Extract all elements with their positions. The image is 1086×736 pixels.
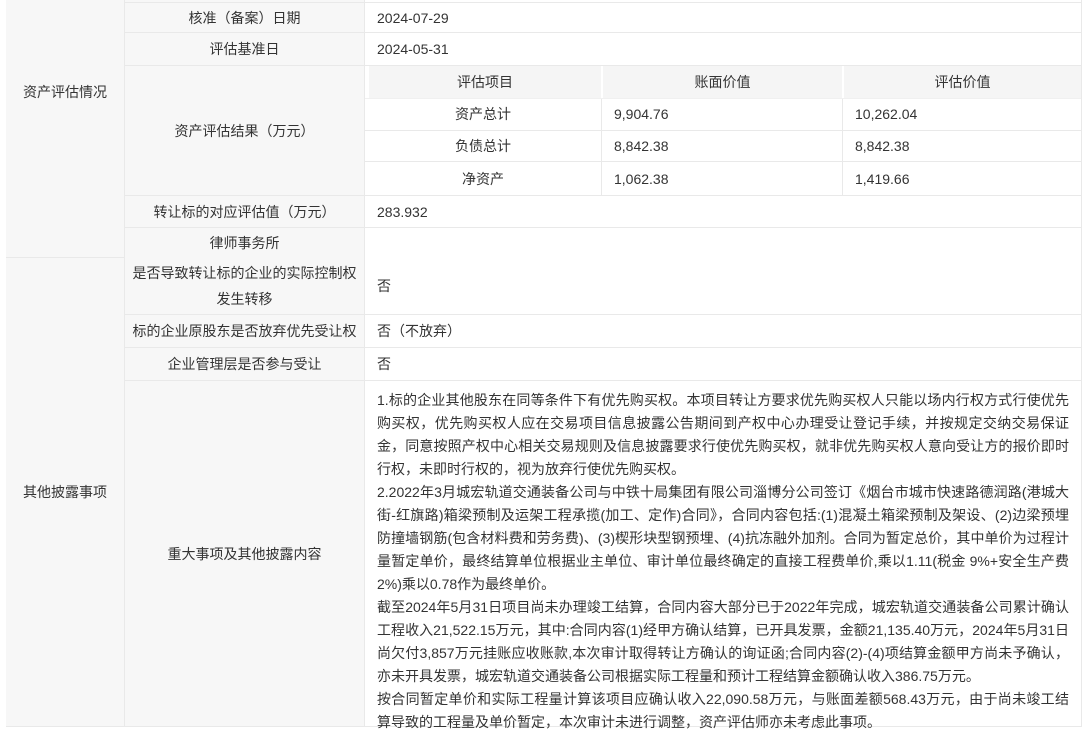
valuation-table: 评估项目 账面价值 评估价值 资产总计 9,904.76 10,262.04 负…	[365, 66, 1081, 195]
field-value-control-transfer: 否	[365, 258, 1081, 314]
valuation-header-appraised-value: 评估价值	[842, 66, 1081, 98]
field-label-control-transfer: 是否导致转让标的企业的实际控制权发生转移	[125, 258, 365, 314]
disclosure-paragraph: 按合同暂定单价和实际工程量计算该项目应确认收入22,090.58万元，与账面差额…	[377, 688, 1069, 734]
group-asset-valuation: 资产评估情况 核准（备案）日期 2024-07-29 评估基准日 2024-05…	[6, 0, 1081, 258]
valuation-appraised-value: 10,262.04	[842, 99, 1081, 130]
cutoff-value-cell	[365, 0, 1081, 2]
valuation-book-value: 9,904.76	[601, 99, 842, 130]
valuation-item-label: 负债总计	[365, 131, 601, 162]
field-label-target-appraised-value: 转让标的对应评估值（万元）	[125, 196, 365, 227]
valuation-appraised-value: 1,419.66	[842, 162, 1081, 195]
cutoff-label-cell	[125, 0, 365, 2]
group-other-disclosures: 其他披露事项 是否导致转让标的企业的实际控制权发生转移 否 标的企业原股东是否放…	[6, 258, 1081, 727]
valuation-row-total-assets: 资产总计 9,904.76 10,262.04	[365, 99, 1081, 131]
field-label-major-matters: 重大事项及其他披露内容	[125, 381, 365, 726]
disclosure-table: 资产评估情况 核准（备案）日期 2024-07-29 评估基准日 2024-05…	[6, 0, 1082, 727]
field-label-valuation-base-date: 评估基准日	[125, 33, 365, 65]
disclosure-paragraph: 2.2022年3月城宏轨道交通装备公司与中铁十局集团有限公司淄博分公司签订《烟台…	[377, 481, 1069, 596]
field-label-approval-date: 核准（备案）日期	[125, 3, 365, 32]
table-row-control-transfer: 是否导致转让标的企业的实际控制权发生转移 否	[125, 258, 1081, 315]
table-row-waive-preemptive-right: 标的企业原股东是否放弃优先受让权 否（不放弃）	[125, 315, 1081, 348]
disclosure-paragraph: 截至2024年5月31日项目尚未办理竣工结算，合同内容大部分已于2022年完成，…	[377, 596, 1069, 688]
valuation-book-value: 8,842.38	[601, 131, 842, 162]
table-row-valuation-result: 资产评估结果（万元） 评估项目 账面价值 评估价值 资产总计 9,904.76	[125, 66, 1081, 196]
valuation-table-header-row: 评估项目 账面价值 评估价值	[365, 66, 1081, 99]
field-value-waive-preemptive-right: 否（不放弃）	[365, 315, 1081, 347]
field-label-management-participation: 企业管理层是否参与受让	[125, 348, 365, 380]
disclosure-page: 资产评估情况 核准（备案）日期 2024-07-29 评估基准日 2024-05…	[0, 0, 1086, 736]
valuation-appraised-value: 8,842.38	[842, 131, 1081, 162]
valuation-header-item: 评估项目	[365, 66, 601, 98]
table-row-law-firm: 律师事务所	[125, 228, 1081, 258]
table-row-management-participation: 企业管理层是否参与受让 否	[125, 348, 1081, 381]
field-value-target-appraised-value: 283.932	[365, 196, 1081, 227]
field-label-law-firm: 律师事务所	[125, 228, 365, 258]
valuation-item-label: 净资产	[365, 162, 601, 195]
valuation-row-net-assets: 净资产 1,062.38 1,419.66	[365, 162, 1081, 195]
valuation-result-cell: 评估项目 账面价值 评估价值 资产总计 9,904.76 10,262.04 负…	[365, 66, 1081, 195]
valuation-header-book-value: 账面价值	[601, 66, 842, 98]
disclosure-paragraph: 1.标的企业其他股东在同等条件下有优先购买权。本项目转让方要求优先购买权人只能以…	[377, 389, 1069, 481]
field-value-management-participation: 否	[365, 348, 1081, 380]
table-row-major-matters: 重大事项及其他披露内容 1.标的企业其他股东在同等条件下有优先购买权。本项目转让…	[125, 381, 1081, 727]
field-value-approval-date: 2024-07-29	[365, 3, 1081, 32]
group-label-asset-valuation: 资产评估情况	[6, 0, 125, 258]
group-label-other-disclosures: 其他披露事项	[6, 258, 125, 727]
valuation-item-label: 资产总计	[365, 99, 601, 130]
table-row-valuation-base-date: 评估基准日 2024-05-31	[125, 33, 1081, 66]
field-label-valuation-result: 资产评估结果（万元）	[125, 66, 365, 195]
field-label-waive-preemptive-right: 标的企业原股东是否放弃优先受让权	[125, 315, 365, 347]
field-value-law-firm	[365, 228, 1081, 258]
valuation-book-value: 1,062.38	[601, 162, 842, 195]
table-row-approval-date: 核准（备案）日期 2024-07-29	[125, 3, 1081, 33]
group-asset-valuation-rows: 核准（备案）日期 2024-07-29 评估基准日 2024-05-31 资产评…	[125, 0, 1081, 258]
group-other-disclosures-rows: 是否导致转让标的企业的实际控制权发生转移 否 标的企业原股东是否放弃优先受让权 …	[125, 258, 1081, 727]
table-row-target-appraised-value: 转让标的对应评估值（万元） 283.932	[125, 196, 1081, 228]
field-value-valuation-base-date: 2024-05-31	[365, 33, 1081, 65]
valuation-row-total-liabilities: 负债总计 8,842.38 8,842.38	[365, 131, 1081, 163]
field-value-major-matters: 1.标的企业其他股东在同等条件下有优先购买权。本项目转让方要求优先购买权人只能以…	[365, 381, 1081, 726]
